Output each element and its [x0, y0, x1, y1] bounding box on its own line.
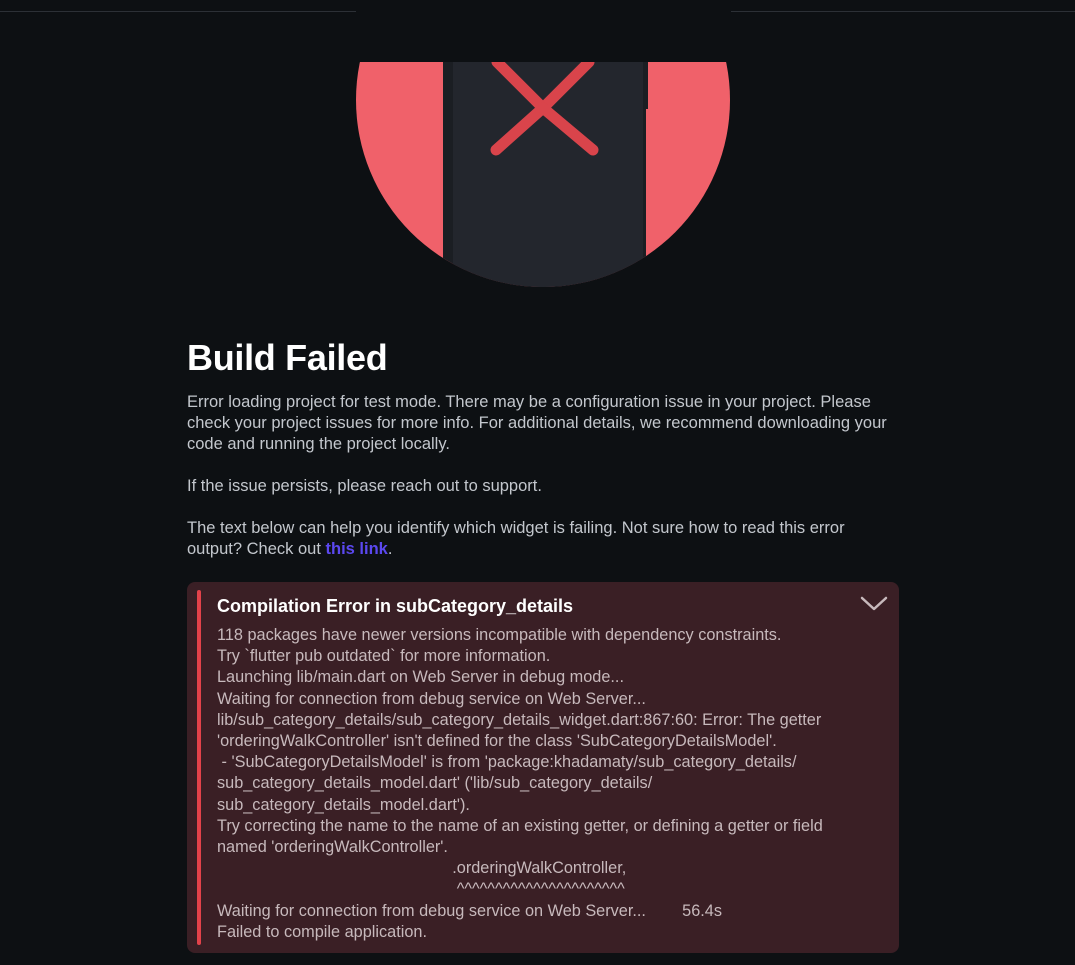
error-description: Error loading project for test mode. The…: [187, 393, 887, 453]
error-log: 118 packages have newer versions incompa…: [217, 626, 823, 941]
page-title: Build Failed: [187, 337, 388, 378]
support-note: If the issue persists, please reach out …: [187, 477, 542, 495]
help-note: The text below can help you identify whi…: [187, 518, 899, 560]
help-link[interactable]: this link: [326, 540, 388, 558]
help-note-text: The text below can help you identify whi…: [187, 519, 845, 558]
help-note-suffix: .: [387, 540, 393, 558]
chevron-down-icon: [860, 596, 888, 611]
compilation-error-panel: Compilation Error in subCategory_details…: [187, 582, 899, 953]
phone-with-x-icon: [356, 0, 731, 287]
error-panel-title: Compilation Error in subCategory_details: [217, 596, 574, 616]
error-accent-bar: [197, 590, 201, 945]
main-content: Build Failed Error loading project for t…: [187, 336, 899, 560]
collapse-toggle[interactable]: [859, 594, 889, 614]
build-failed-illustration: [356, 0, 731, 288]
